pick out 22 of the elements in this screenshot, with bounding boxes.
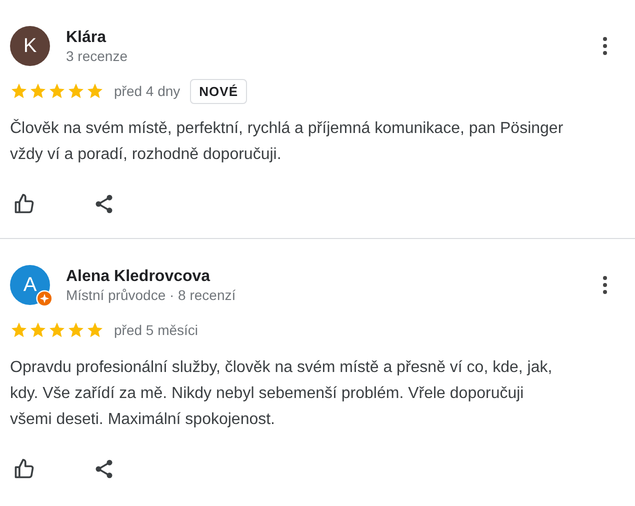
star-icon	[48, 321, 66, 339]
star-icon	[29, 321, 47, 339]
reviewer-name[interactable]: Alena Kledrovcova	[66, 268, 577, 286]
thumbs-up-icon[interactable]	[12, 192, 36, 216]
star-icon	[86, 321, 104, 339]
avatar: K	[10, 26, 50, 66]
review-text: Člověk na svém místě, perfektní, rychlá a příjemná komunikace, pan Pösinger vždy ví a poradí, rozhodně doporučuji.	[10, 118, 564, 165]
star-icon	[86, 82, 104, 100]
reviewer-name[interactable]: Klára	[66, 28, 577, 46]
thumbs-up-icon[interactable]	[12, 457, 36, 481]
review-time: před 5 měsíci	[114, 322, 198, 338]
star-icon	[29, 82, 47, 100]
star-icon	[67, 321, 85, 339]
review-text: Opravdu profesionální služby, člověk na svém místě a přesně ví co, kde, jak, kdy. Vše zařídí za mě. Nikdy nebyl sebemenší problém. Vřele doporučuji všemi deseti. Maximální spokojenost.	[10, 358, 554, 430]
star-icon	[48, 82, 66, 100]
review-time: před 4 dny	[114, 83, 180, 99]
reviewer-info: 3 recenze	[66, 48, 128, 64]
star-icon	[67, 82, 85, 100]
star-icon	[10, 82, 28, 100]
reviewer-info: Místní průvodce · 8 recenzí	[66, 286, 237, 302]
new-badge: NOVÉ	[190, 78, 248, 104]
star-icon	[10, 321, 28, 339]
